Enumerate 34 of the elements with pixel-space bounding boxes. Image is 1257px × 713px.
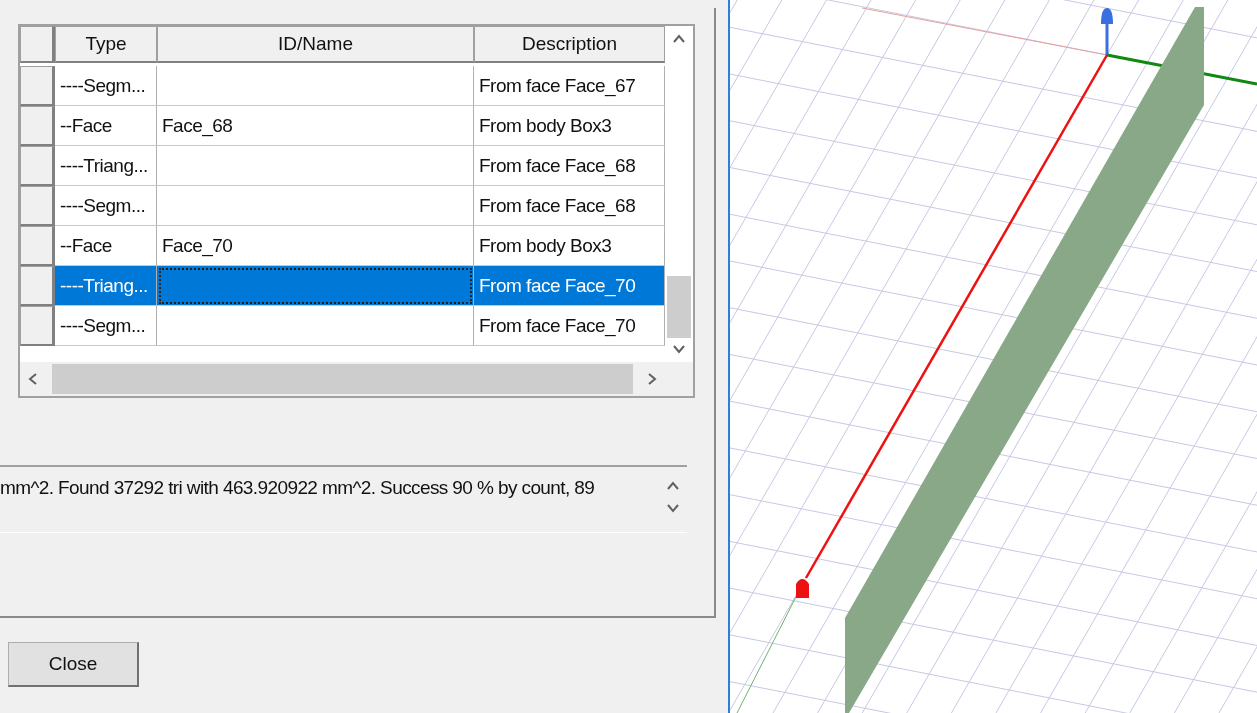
z-axis-drawing [1101,8,1113,55]
row-header[interactable] [20,306,55,346]
column-header[interactable]: ID/Name [157,26,474,63]
row-header[interactable] [20,66,55,106]
table-cell: From face Face_70 [474,306,665,346]
column-header[interactable]: Type [55,26,157,63]
table-cell: From body Box3 [474,226,665,266]
row-header[interactable] [20,106,55,146]
scrollbar-thumb[interactable] [667,276,691,338]
scrollbar-thumb[interactable] [52,364,633,394]
table-cell: From face Face_68 [474,186,665,226]
table-cell: From face Face_70 [474,266,665,306]
row-header[interactable] [20,266,55,306]
column-header[interactable]: Description [474,26,665,63]
table-cell: From face Face_68 [474,146,665,186]
table-cell: ----Triang... [55,266,157,306]
table-cell: ----Segm... [55,66,157,106]
row-header[interactable] [20,146,55,186]
table-cell: ----Triang... [55,146,157,186]
scrollbar-corner [665,362,693,396]
row-header[interactable] [20,226,55,266]
message-field[interactable]: mm^2. Found 37292 tri with 463.920922 mm^2. Success 90 % by count, 89 [0,465,687,533]
close-button[interactable]: Close [8,642,139,687]
table-cell: --Face [55,226,157,266]
row-header[interactable] [20,186,55,226]
horizontal-scrollbar[interactable] [20,362,665,396]
table-cell: --Face [55,106,157,146]
message-text: mm^2. Found 37292 tri with 463.920922 mm^2. Success 90 % by count, 89 [0,476,596,500]
table-cell: Face_68 [157,106,474,146]
table-cell: From body Box3 [474,106,665,146]
table-cell: ----Segm... [55,186,157,226]
table-cell: From face Face_67 [474,66,665,106]
table-cell: Face_70 [157,226,474,266]
table-cell: ----Segm... [55,306,157,346]
